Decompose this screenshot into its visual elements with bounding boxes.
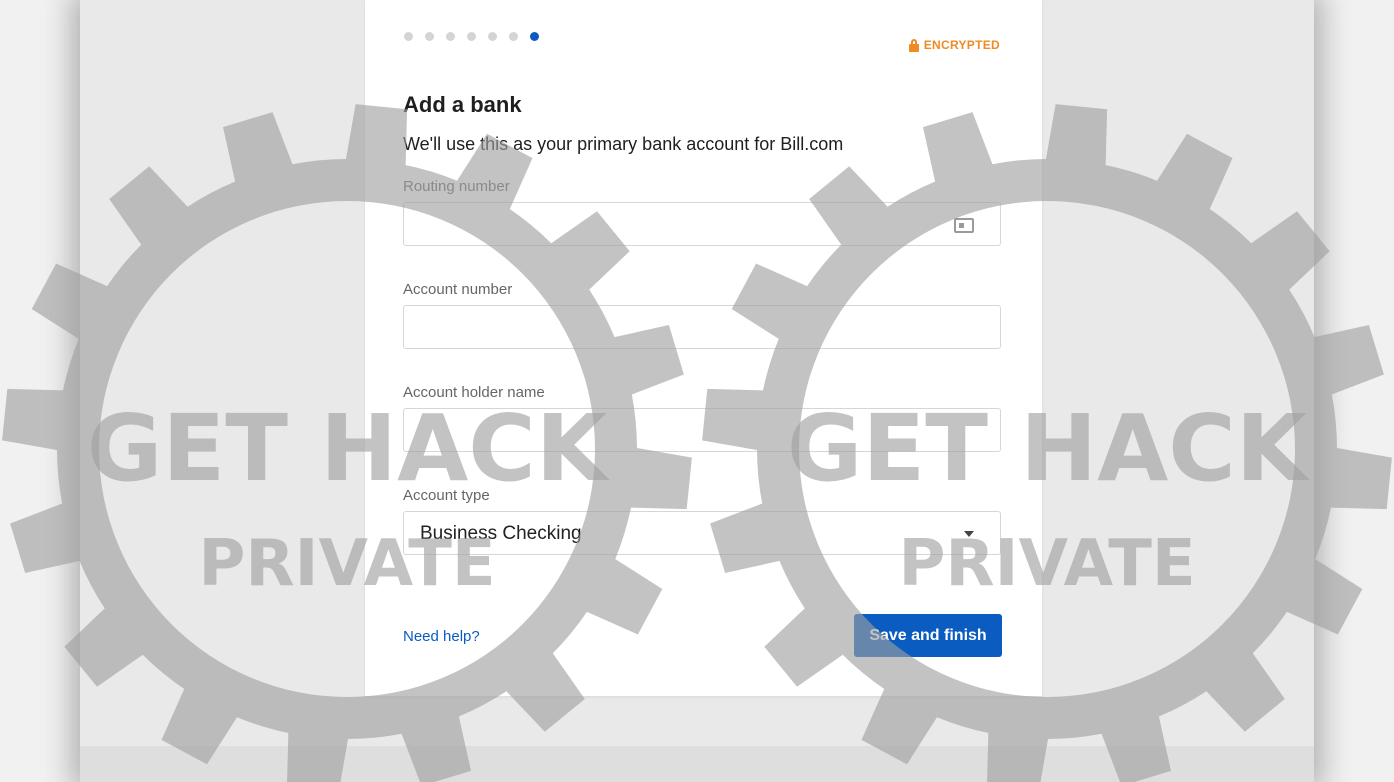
routing-number-field[interactable] (403, 202, 1001, 246)
step-progress (404, 32, 539, 41)
encrypted-badge: ENCRYPTED (908, 38, 1000, 52)
step-dot (467, 32, 476, 41)
page-title: Add a bank (403, 92, 522, 117)
account-holder-label: Account holder name (403, 384, 545, 401)
routing-number-label: Routing number (403, 178, 510, 195)
gear-tooth (1320, 446, 1392, 510)
account-number-label: Account number (403, 281, 513, 298)
page-subtitle: We'll use this as your primary bank acco… (403, 134, 844, 154)
check-image-icon[interactable] (954, 218, 974, 233)
account-type-label: Account type (403, 487, 490, 504)
chevron-down-icon (964, 531, 974, 537)
account-type-value: Business Checking (420, 523, 582, 544)
gear-tooth (1304, 325, 1384, 399)
need-help-link[interactable]: Need help? (403, 628, 480, 645)
step-dot (425, 32, 434, 41)
step-dot (488, 32, 497, 41)
save-and-finish-button[interactable]: Save and finish (854, 614, 1002, 657)
encrypted-label: ENCRYPTED (923, 38, 1000, 52)
step-dot-current (530, 32, 539, 41)
window-footer-band (80, 746, 1314, 782)
lock-icon (908, 39, 919, 52)
account-holder-field[interactable] (403, 408, 1001, 452)
account-number-field[interactable] (403, 305, 1001, 349)
step-dot (509, 32, 518, 41)
account-type-select[interactable]: Business Checking (403, 511, 1001, 555)
step-dot (446, 32, 455, 41)
gear-tooth (10, 499, 90, 573)
app-window: ENCRYPTED Add a bank We'll use this as y… (80, 0, 1314, 782)
gear-tooth (2, 388, 74, 452)
add-bank-panel: ENCRYPTED Add a bank We'll use this as y… (365, 0, 1042, 696)
step-dot (404, 32, 413, 41)
